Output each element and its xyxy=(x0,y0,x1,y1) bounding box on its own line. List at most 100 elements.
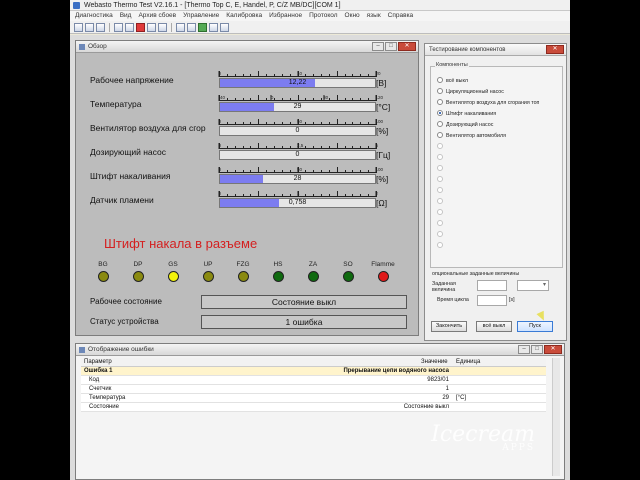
menu-bar: Диагностика Вид Архив сбоев Управление Калиб… xyxy=(70,11,570,21)
tick-mark xyxy=(313,122,315,125)
cycle-time-input[interactable] xyxy=(477,295,507,306)
empty-radio[interactable] xyxy=(437,165,446,172)
cell-unit: [°C] xyxy=(456,395,467,401)
settings-icon[interactable] xyxy=(187,23,196,32)
tick-mark xyxy=(305,122,307,125)
tick-mark xyxy=(258,191,260,197)
empty-radio[interactable] xyxy=(437,231,446,238)
menu-item[interactable]: Архив сбоев xyxy=(138,11,176,21)
refresh-icon[interactable] xyxy=(176,23,185,32)
close-button[interactable]: ✕ xyxy=(544,345,562,354)
info-icon[interactable] xyxy=(220,23,229,32)
component-radio[interactable]: всё выкл xyxy=(437,77,468,84)
menu-item[interactable]: Избранное xyxy=(269,11,302,21)
new-icon[interactable] xyxy=(74,23,83,32)
empty-radio[interactable] xyxy=(437,198,446,205)
measurement-gauge: 0 10 20 12,22 xyxy=(218,71,381,91)
cell-value: 29 xyxy=(442,395,449,401)
setpoint-label: Заданная величина xyxy=(432,281,456,293)
tick-mark xyxy=(336,167,338,173)
component-test-titlebar[interactable]: Тестирование компонентов ✕ xyxy=(425,44,566,56)
close-button[interactable]: ✕ xyxy=(398,42,416,51)
table-row[interactable]: Код 9823/01 xyxy=(81,376,546,385)
close-button[interactable]: ✕ xyxy=(546,45,564,54)
run-icon[interactable] xyxy=(198,23,207,32)
empty-radio[interactable] xyxy=(437,220,446,227)
measurement-label: Дозирующий насос xyxy=(90,147,166,157)
empty-radio[interactable] xyxy=(437,187,446,194)
empty-radio[interactable] xyxy=(437,154,446,161)
save-icon[interactable] xyxy=(96,23,105,32)
tick-mark xyxy=(273,74,275,77)
gauge-bar: 12,22 xyxy=(219,78,376,88)
empty-radio[interactable] xyxy=(437,176,446,183)
radio-icon xyxy=(437,220,443,226)
tick-mark xyxy=(360,74,362,77)
menu-item[interactable]: язык xyxy=(367,11,381,21)
table-row[interactable]: Состояние Состояние выкл xyxy=(81,403,546,412)
tick-mark xyxy=(273,146,275,149)
stop-icon[interactable] xyxy=(136,23,145,32)
chart-icon[interactable] xyxy=(158,23,167,32)
maximize-button[interactable]: □ xyxy=(531,345,543,354)
tick-label: 50 xyxy=(297,167,303,173)
copy-icon[interactable] xyxy=(125,23,134,32)
print-icon[interactable] xyxy=(114,23,123,32)
minimize-button[interactable]: – xyxy=(518,345,530,354)
all-off-button[interactable]: всё выкл xyxy=(476,321,512,332)
cell-value: Состояние выкл xyxy=(403,404,449,410)
menu-item[interactable]: Управление xyxy=(183,11,219,21)
table-row[interactable]: Температура 29 [°C] xyxy=(81,394,546,403)
error-group-row[interactable]: Ошибка 1 Прерывание цепи водяного насоса xyxy=(81,367,546,376)
component-radio[interactable]: Штифт накаливания xyxy=(437,110,496,117)
list-icon[interactable] xyxy=(209,23,218,32)
table-row[interactable]: Счетчик 1 xyxy=(81,385,546,394)
measurement-unit: [%] xyxy=(376,126,389,136)
measurement-gauge: -40 0 80 120 29 xyxy=(218,95,383,115)
component-radio[interactable]: Вентилятор автомобиля xyxy=(437,132,506,139)
setpoint-input[interactable] xyxy=(477,280,507,291)
setpoint-unit-select[interactable]: ▾ xyxy=(517,280,549,291)
tick-mark xyxy=(368,170,370,173)
maximize-button[interactable]: □ xyxy=(385,42,397,51)
component-radio[interactable]: Дозирующий насос xyxy=(437,121,493,128)
start-button[interactable]: Пуск xyxy=(517,321,553,332)
error-rows: Код 9823/01 Счетчик 1 Температура 29 [°C] Состо… xyxy=(81,376,546,412)
menu-item[interactable]: Протокол xyxy=(309,11,337,21)
component-radio[interactable]: Вентилятор воздуха для сгорания топ xyxy=(437,99,539,106)
empty-radio[interactable] xyxy=(437,242,446,249)
menu-item[interactable]: Вид xyxy=(120,11,132,21)
led-label: GS xyxy=(168,261,178,268)
app-title: Webasto Thermo Test V2.16.1 - [Thermo To… xyxy=(84,2,341,9)
led-indicator: UP xyxy=(191,261,225,282)
led-label: ZA xyxy=(308,261,318,268)
tick-mark xyxy=(281,74,283,77)
menu-item[interactable]: Справка xyxy=(388,11,414,21)
menu-item[interactable]: Диагностика xyxy=(75,11,113,21)
tick-mark xyxy=(352,98,354,101)
radio-icon xyxy=(437,88,443,94)
open-icon[interactable] xyxy=(85,23,94,32)
toolbar-separator xyxy=(109,23,110,32)
menu-item[interactable]: Калибровка xyxy=(226,11,262,21)
component-radio[interactable]: Циркуляционный насос xyxy=(437,88,504,95)
led-label: HS xyxy=(273,261,283,268)
tick-mark xyxy=(305,146,307,149)
overview-titlebar[interactable]: Обзор – □ ✕ xyxy=(76,41,418,53)
error-titlebar[interactable]: Отображение ошибки – □ ✕ xyxy=(76,344,564,356)
menu-item[interactable]: Окно xyxy=(345,11,360,21)
finish-button[interactable]: Закончить xyxy=(431,321,467,332)
empty-radio[interactable] xyxy=(437,143,446,150)
minimize-button[interactable]: – xyxy=(372,42,384,51)
tick-label: 0 xyxy=(218,167,221,173)
tick-mark xyxy=(368,98,370,101)
tick-label: 5 xyxy=(375,143,378,149)
overview-window: Обзор – □ ✕ Рабочее напряжение0102012,22… xyxy=(75,40,419,336)
tick-mark xyxy=(344,170,346,173)
vertical-scrollbar[interactable] xyxy=(552,358,560,476)
empty-radio[interactable] xyxy=(437,209,446,216)
radio-icon xyxy=(437,165,443,171)
table-icon[interactable] xyxy=(147,23,156,32)
tick-mark xyxy=(352,74,354,77)
tick-mark xyxy=(313,146,315,149)
